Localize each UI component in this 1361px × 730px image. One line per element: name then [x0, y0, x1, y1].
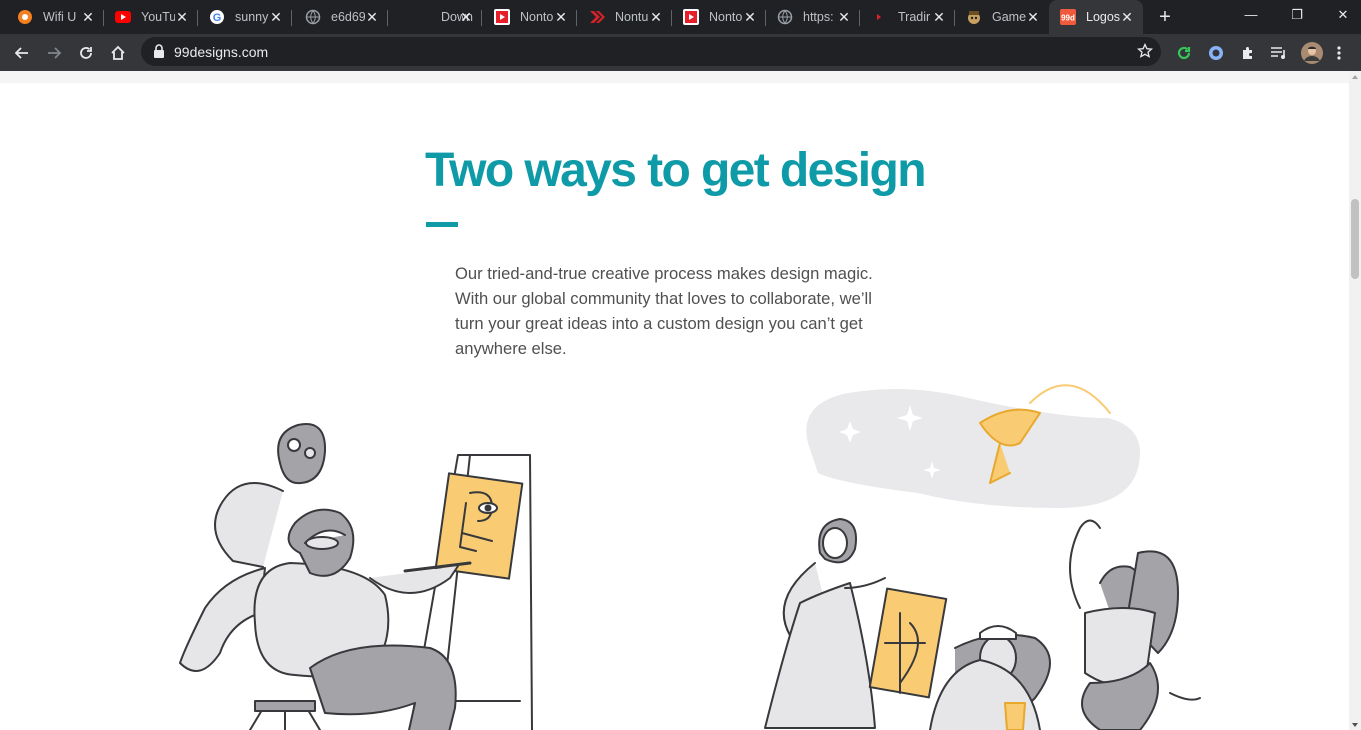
- extensions-puzzle-icon[interactable]: [1234, 39, 1262, 67]
- extension-refresh-icon[interactable]: [1170, 39, 1198, 67]
- tab-3[interactable]: e6d69 ✕: [288, 0, 388, 34]
- tab-10[interactable]: Game ✕: [949, 0, 1049, 34]
- home-button[interactable]: [104, 39, 132, 67]
- forward-arrow-icon: [48, 47, 62, 59]
- back-button[interactable]: [8, 39, 36, 67]
- forward-button[interactable]: [40, 39, 68, 67]
- close-tab-icon[interactable]: ✕: [931, 9, 947, 25]
- globe-icon: [777, 9, 793, 25]
- scroll-down-arrow-icon[interactable]: [1352, 723, 1358, 727]
- tab-8[interactable]: https: ✕: [760, 0, 860, 34]
- svg-text:99d: 99d: [1061, 14, 1075, 23]
- tab-1[interactable]: YouTu ✕: [98, 0, 198, 34]
- orange-q-icon: [17, 9, 33, 25]
- media-queue-icon[interactable]: [1265, 39, 1293, 67]
- lock-icon: [153, 44, 165, 63]
- svg-text:G: G: [213, 12, 222, 24]
- close-tab-icon[interactable]: ✕: [742, 9, 758, 25]
- tab-label: Game: [992, 10, 1026, 24]
- tab-label: e6d69: [331, 10, 365, 24]
- tab-5[interactable]: Nonto ✕: [477, 0, 577, 34]
- tab-label: YouTu: [141, 10, 175, 24]
- close-tab-icon[interactable]: ✕: [458, 9, 474, 25]
- address-text: 99designs.com: [174, 44, 269, 60]
- tab-0[interactable]: Wifi U ✕: [0, 0, 104, 34]
- google-icon: G: [209, 9, 225, 25]
- tab-2[interactable]: G sunny ✕: [192, 0, 292, 34]
- header-strip: [0, 71, 1349, 83]
- tab-9[interactable]: Tradir ✕: [855, 0, 955, 34]
- 99designs-icon: 99d: [1060, 9, 1076, 25]
- restore-button[interactable]: ❐: [1274, 0, 1320, 30]
- blank-icon: [399, 9, 415, 25]
- back-arrow-icon: [14, 47, 28, 59]
- scrollbar-thumb[interactable]: [1351, 199, 1359, 279]
- close-tab-icon[interactable]: ✕: [80, 9, 96, 25]
- close-tab-icon[interactable]: ✕: [836, 9, 852, 25]
- close-tab-icon[interactable]: ✕: [648, 9, 664, 25]
- tab-4[interactable]: Down ✕: [382, 0, 482, 34]
- new-tab-button[interactable]: +: [1154, 6, 1176, 28]
- red-arrow-icon: [872, 9, 888, 25]
- artist-painting-illustration: [179, 423, 533, 730]
- intro-paragraph: Our tried-and-true creative process make…: [455, 264, 873, 358]
- bookmark-star-icon[interactable]: [1136, 42, 1154, 64]
- tab-label: sunny: [235, 10, 269, 24]
- tab-label: Nontu: [615, 10, 649, 24]
- red-play-icon: [494, 9, 510, 25]
- home-icon: [111, 45, 125, 60]
- page-viewport: Two ways to get design Our tried-and-tru…: [0, 71, 1349, 730]
- tab-6[interactable]: Nontu ✕: [572, 0, 672, 34]
- browser-toolbar: 99designs.com: [0, 34, 1361, 71]
- profile-avatar[interactable]: [1298, 39, 1326, 67]
- close-tab-icon[interactable]: ✕: [268, 9, 284, 25]
- tab-label: https:: [803, 10, 834, 24]
- close-tab-icon[interactable]: ✕: [174, 9, 190, 25]
- headline-underline: [426, 222, 458, 227]
- extension-circle-icon[interactable]: [1202, 39, 1230, 67]
- chrome-menu-icon[interactable]: [1329, 39, 1349, 67]
- tab-label: Tradir: [898, 10, 931, 24]
- tab-strip: Wifi U ✕ YouTu ✕ G sunny ✕ e6d69 ✕ Down …: [0, 0, 1361, 34]
- game-icon: [966, 9, 982, 25]
- page-scrollbar[interactable]: [1349, 71, 1361, 730]
- close-tab-icon[interactable]: ✕: [364, 9, 380, 25]
- tab-label: Nonto: [520, 10, 554, 24]
- red-chevron-icon: [589, 9, 605, 25]
- tab-11-active[interactable]: 99d Logos ✕: [1049, 0, 1143, 34]
- close-window-button[interactable]: ✕: [1320, 0, 1361, 30]
- design-team-trophy-illustration: [764, 384, 1201, 730]
- close-tab-icon[interactable]: ✕: [1119, 9, 1135, 25]
- section-headline: Two ways to get design: [425, 144, 927, 197]
- tab-label: Wifi U: [43, 10, 77, 24]
- tab-label: Nonto: [709, 10, 743, 24]
- reload-button[interactable]: [72, 39, 100, 67]
- close-tab-icon[interactable]: ✕: [553, 9, 569, 25]
- youtube-icon: [115, 9, 131, 25]
- address-bar[interactable]: 99designs.com: [141, 37, 1161, 66]
- tab-7[interactable]: Nonto ✕: [666, 0, 766, 34]
- scroll-up-arrow-icon[interactable]: [1352, 75, 1358, 79]
- globe-icon: [305, 9, 321, 25]
- red-play-icon: [683, 9, 699, 25]
- reload-icon: [80, 47, 92, 59]
- close-tab-icon[interactable]: ✕: [1025, 9, 1041, 25]
- tab-label: Logos: [1086, 10, 1120, 24]
- minimize-button[interactable]: —: [1228, 0, 1274, 30]
